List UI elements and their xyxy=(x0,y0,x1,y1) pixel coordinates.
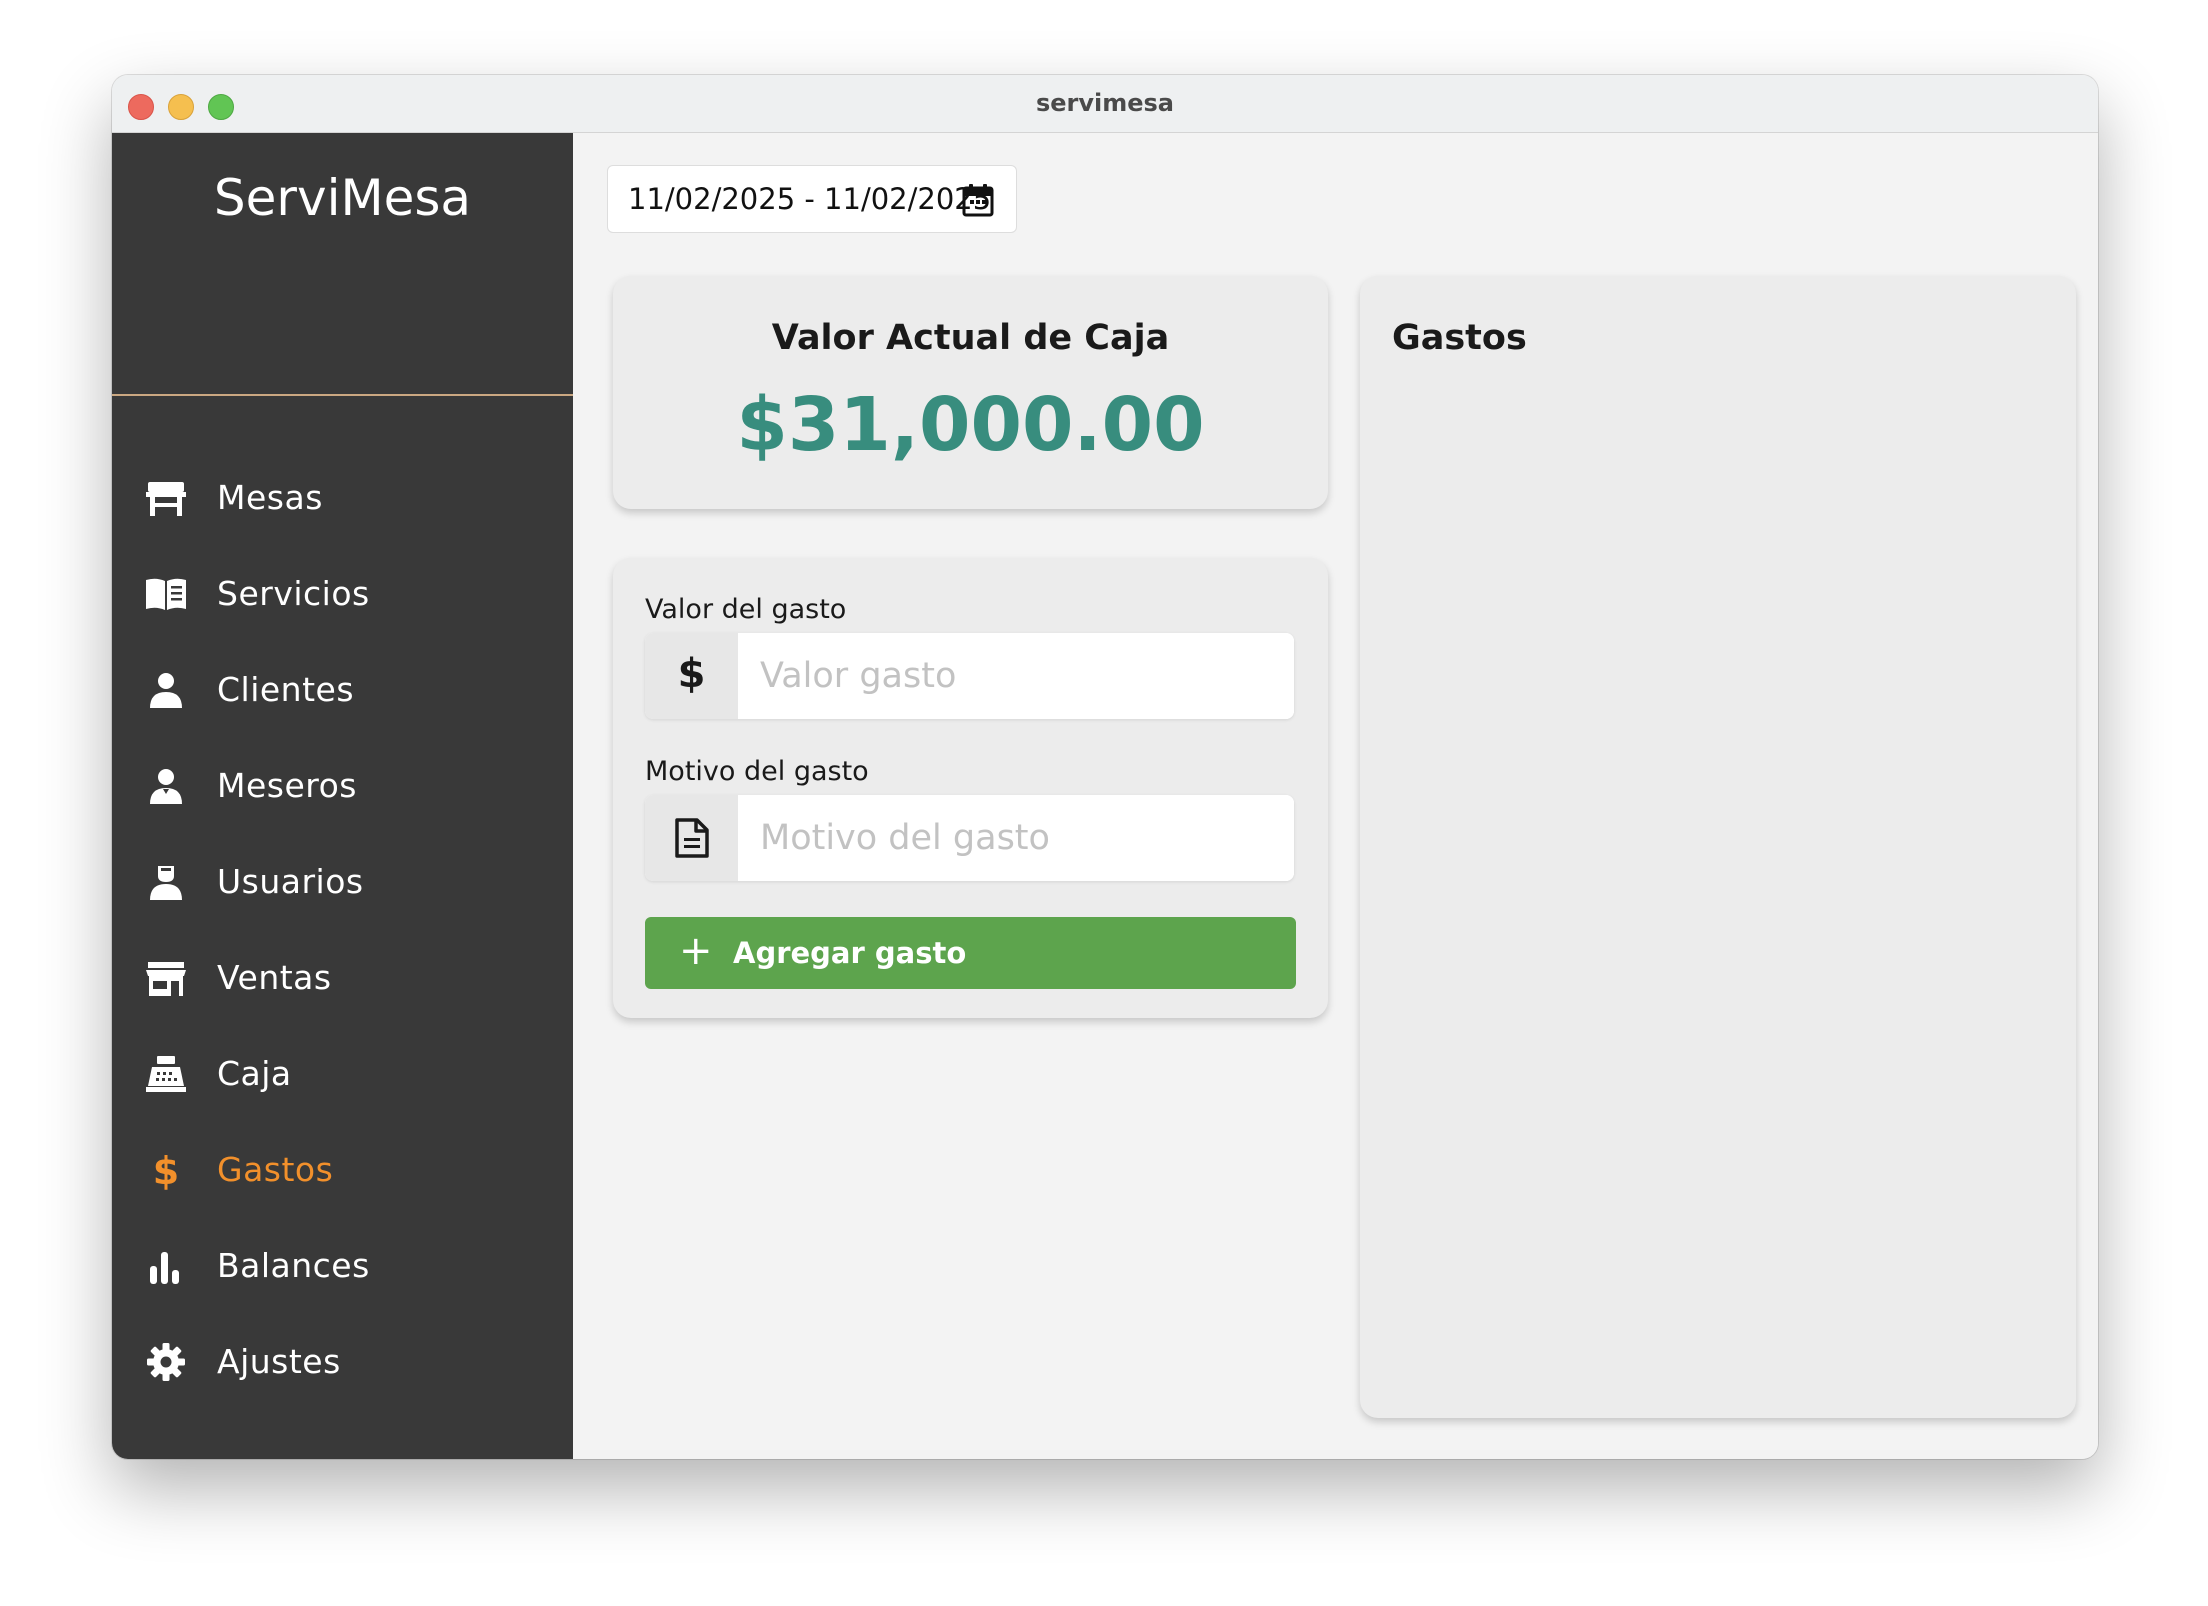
title-bar: servimesa xyxy=(112,75,2098,133)
expenses-title: Gastos xyxy=(1392,318,1527,358)
sidebar-item-label: Servicios xyxy=(217,574,370,613)
add-expense-label: Agregar gasto xyxy=(733,936,967,970)
reason-input[interactable] xyxy=(738,795,1294,881)
reason-addon xyxy=(645,795,738,881)
sidebar-item-label: Mesas xyxy=(217,478,323,517)
app-window: servimesa ServiMesa Mesas Servicios Clie… xyxy=(112,75,2098,1459)
main-content: 11/02/2025 - 11/02/2025 Valor Actual de … xyxy=(573,133,2098,1459)
sidebar-item-gastos[interactable]: $ Gastos xyxy=(112,1130,573,1210)
amount-input[interactable] xyxy=(738,633,1294,719)
document-icon xyxy=(675,818,709,858)
svg-text:$: $ xyxy=(153,1150,179,1190)
dollar-icon: $ xyxy=(677,651,706,697)
sidebar-item-clientes[interactable]: Clientes xyxy=(112,650,573,730)
bar-chart-icon xyxy=(144,1246,188,1286)
sidebar-item-balances[interactable]: Balances xyxy=(112,1226,573,1306)
gear-icon xyxy=(144,1342,188,1382)
date-range-picker[interactable]: 11/02/2025 - 11/02/2025 xyxy=(607,165,1017,233)
sidebar-item-label: Caja xyxy=(217,1054,292,1093)
sidebar-item-servicios[interactable]: Servicios xyxy=(112,554,573,634)
sidebar-item-label: Balances xyxy=(217,1246,370,1285)
dollar-icon: $ xyxy=(144,1150,188,1190)
sidebar: ServiMesa Mesas Servicios Clientes Meser… xyxy=(112,133,573,1459)
sidebar-item-ajustes[interactable]: Ajustes xyxy=(112,1322,573,1402)
person-icon xyxy=(144,670,188,710)
user-icon xyxy=(144,862,188,902)
cash-current-value: $31,000.00 xyxy=(736,382,1205,468)
cash-value-card: Valor Actual de Caja $31,000.00 xyxy=(613,276,1328,509)
cash-card-title: Valor Actual de Caja xyxy=(771,318,1170,358)
reason-label: Motivo del gasto xyxy=(645,756,869,787)
sidebar-item-meseros[interactable]: Meseros xyxy=(112,746,573,826)
sidebar-item-usuarios[interactable]: Usuarios xyxy=(112,842,573,922)
sidebar-item-label: Ventas xyxy=(217,958,332,997)
store-icon xyxy=(144,958,188,998)
plus-icon: + xyxy=(679,928,713,974)
sidebar-item-label: Meseros xyxy=(217,766,357,805)
brand-divider xyxy=(112,394,573,396)
table-icon xyxy=(144,478,188,518)
amount-addon: $ xyxy=(645,633,738,719)
add-expense-button[interactable]: + Agregar gasto xyxy=(645,917,1296,989)
sidebar-item-caja[interactable]: Caja xyxy=(112,1034,573,1114)
cash-register-icon xyxy=(144,1054,188,1094)
open-book-icon xyxy=(144,574,188,614)
brand-title: ServiMesa xyxy=(213,169,472,227)
sidebar-item-label: Usuarios xyxy=(217,862,364,901)
sidebar-item-label: Ajustes xyxy=(217,1342,341,1381)
reason-input-group xyxy=(645,795,1294,881)
waiter-icon xyxy=(144,766,188,806)
expenses-list-card: Gastos xyxy=(1360,276,2076,1418)
date-range-text: 11/02/2025 - 11/02/2025 xyxy=(628,182,992,216)
window-title: servimesa xyxy=(1035,89,1175,117)
calendar-icon[interactable] xyxy=(962,183,994,217)
sidebar-item-mesas[interactable]: Mesas xyxy=(112,458,573,538)
sidebar-item-label: Gastos xyxy=(217,1150,334,1189)
amount-input-group: $ xyxy=(645,633,1294,719)
amount-label: Valor del gasto xyxy=(645,594,847,625)
expense-form-card: Valor del gasto $ Motivo del gasto + Agr… xyxy=(613,558,1328,1018)
sidebar-item-ventas[interactable]: Ventas xyxy=(112,938,573,1018)
sidebar-item-label: Clientes xyxy=(217,670,355,709)
